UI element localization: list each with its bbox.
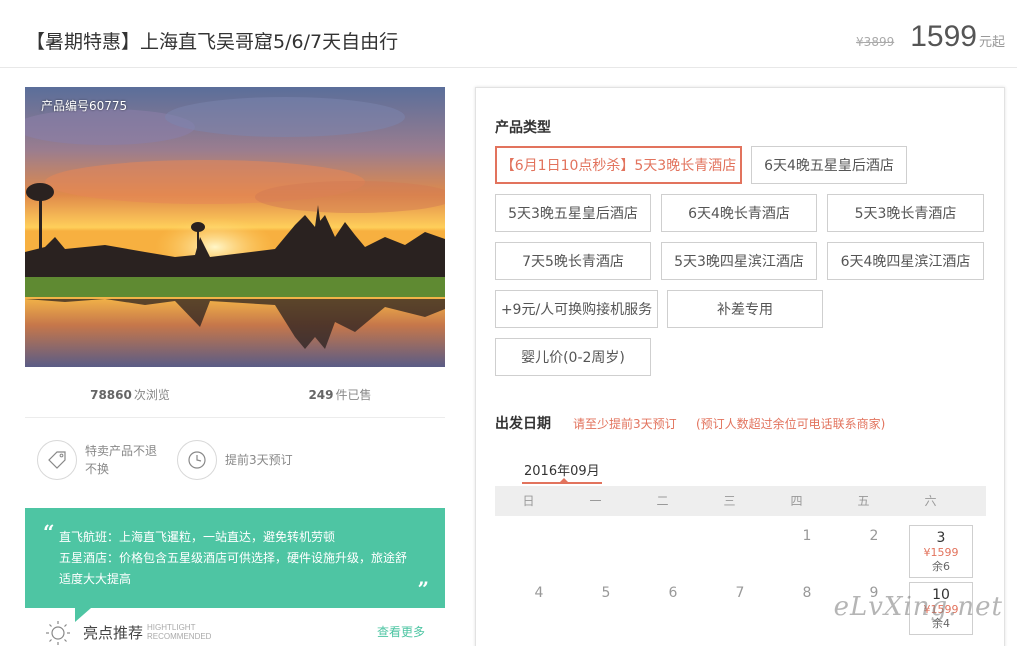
original-price: ¥3899 <box>856 35 895 49</box>
feature-text: 特卖产品不退不换 <box>85 444 158 476</box>
sold-count-number: 249 <box>308 388 334 402</box>
highlight-sub-1: HIGHTLIGHT <box>147 623 196 632</box>
angkor-sunset-image <box>25 87 445 367</box>
product-type-option[interactable]: 【6月1日10点秒杀】5天3晚长青酒店 <box>495 146 742 184</box>
see-more-link[interactable]: 查看更多 <box>377 623 425 640</box>
advance-booking-note: 请至少提前3天预订 <box>573 417 677 431</box>
highlight-bubble: “ 直飞航班：上海直飞暹粒，一站直达，避免转机劳顿 五星酒店：价格包含五星级酒店… <box>25 508 445 622</box>
view-count-label: 次浏览 <box>133 388 170 402</box>
highlight-title: 亮点推荐 <box>83 623 144 642</box>
sold-count: 249 件已售 <box>235 378 445 417</box>
view-count-number: 78860 <box>90 388 132 402</box>
feature-list: 特卖产品不退不换 提前3天预订 <box>37 440 317 480</box>
calendar-day: 2 <box>869 528 879 544</box>
calendar-day: 8 <box>802 585 812 601</box>
day-remaining: 余6 <box>932 560 950 573</box>
product-type-option[interactable]: 5天3晚四星滨江酒店 <box>661 242 817 280</box>
product-type-option[interactable]: 婴儿价(0-2周岁) <box>495 338 651 376</box>
highlight-line: 适度大大提高 <box>59 572 132 586</box>
product-number: 产品编号60775 <box>41 99 128 113</box>
booking-panel: 产品类型 【6月1日10点秒杀】5天3晚长青酒店 6天4晚五星皇后酒店 5天3晚… <box>475 87 1005 646</box>
calendar-day: 4 <box>534 585 544 601</box>
sun-icon <box>46 621 70 645</box>
site-watermark: eLvXing.net <box>833 592 1003 622</box>
clock-icon <box>177 440 217 480</box>
highlight-line: 五星酒店：价格包含五星级酒店可供选择，硬件设施升级，旅途舒 <box>59 551 408 565</box>
product-type-option[interactable]: 5天3晚长青酒店 <box>827 194 984 232</box>
highlight-line: 直飞航班：上海直飞暹粒，一站直达，避免转机劳顿 <box>59 530 336 544</box>
weekday: 六 <box>924 494 937 508</box>
calendar-day: 7 <box>735 585 745 601</box>
product-type-option[interactable]: 6天4晚四星滨江酒店 <box>827 242 984 280</box>
departure-date-label: 出发日期 <box>495 416 551 432</box>
highlight-subtitle: HIGHTLIGHT RECOMMENDED <box>147 623 211 641</box>
day-price: ¥1599 <box>923 546 959 559</box>
weekday: 五 <box>857 494 870 508</box>
product-type-option[interactable]: 7天5晚长青酒店 <box>495 242 651 280</box>
weekday: 一 <box>589 494 602 508</box>
current-price: 1599 <box>910 20 977 53</box>
weekday: 三 <box>723 494 736 508</box>
weekday: 日 <box>522 494 535 508</box>
view-count: 78860 次浏览 <box>25 378 235 417</box>
day-number: 3 <box>936 530 946 546</box>
feature-text: 提前3天预订 <box>225 453 293 467</box>
page-title: 【暑期特惠】上海直飞吴哥窟5/6/7天自由行 <box>26 31 399 53</box>
calendar-month-tab[interactable]: 2016年09月 <box>524 460 600 479</box>
stats-bar: 78860 次浏览 249 件已售 <box>25 378 445 418</box>
product-type-option[interactable]: 补差专用 <box>667 290 823 328</box>
product-type-option[interactable]: 6天4晚长青酒店 <box>661 194 817 232</box>
product-type-label: 产品类型 <box>495 120 551 136</box>
price-box: ¥3899 1599 元起 <box>856 20 1005 54</box>
calendar-day-available[interactable]: 3 ¥1599 余6 <box>909 525 973 578</box>
page-header: 【暑期特惠】上海直飞吴哥窟5/6/7天自由行 ¥3899 1599 元起 <box>0 0 1017 68</box>
month-tab-underline <box>522 482 602 484</box>
tag-icon <box>37 440 77 480</box>
calendar-weekday-header: 日 一 二 三 四 五 六 <box>495 486 986 516</box>
sold-count-label: 件已售 <box>335 388 372 402</box>
capacity-note: (预订人数超过余位可电话联系商家) <box>696 417 886 431</box>
highlight-sub-2: RECOMMENDED <box>147 632 212 641</box>
calendar-day: 6 <box>668 585 678 601</box>
product-type-option[interactable]: 6天4晚五星皇后酒店 <box>751 146 907 184</box>
weekday: 二 <box>656 494 669 508</box>
price-unit: 元起 <box>978 35 1005 50</box>
feature-book-ahead: 提前3天预订 <box>177 440 317 480</box>
product-type-option[interactable]: +9元/人可换购接机服务 <box>495 290 658 328</box>
highlight-header: 亮点推荐 HIGHTLIGHT RECOMMENDED 查看更多 <box>45 618 445 646</box>
month-caret-icon <box>560 478 568 482</box>
feature-no-refund: 特卖产品不退不换 <box>37 440 177 480</box>
quote-close-icon: ” <box>417 577 429 601</box>
calendar-day: 5 <box>601 585 611 601</box>
weekday: 四 <box>790 494 803 508</box>
product-photo[interactable]: 产品编号60775 <box>25 87 445 367</box>
calendar-day: 1 <box>802 528 812 544</box>
quote-open-icon: “ <box>43 520 55 544</box>
product-type-option[interactable]: 5天3晚五星皇后酒店 <box>495 194 651 232</box>
